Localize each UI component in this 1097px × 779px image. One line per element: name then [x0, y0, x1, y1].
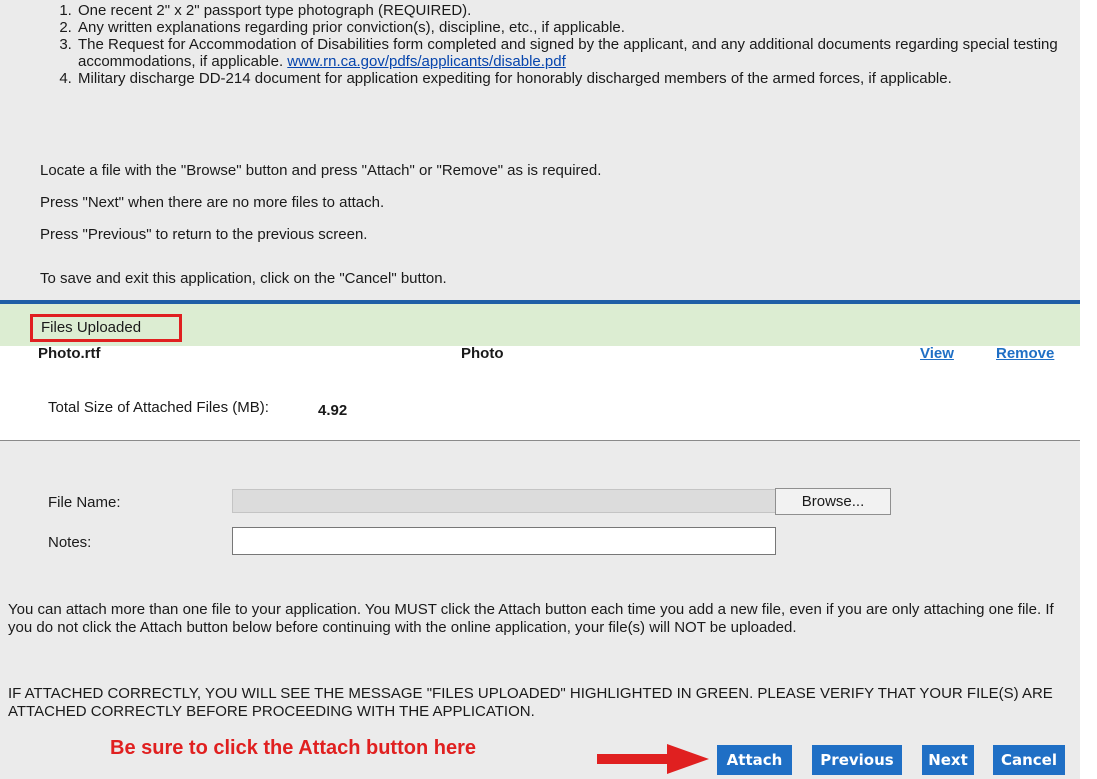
required-documents-list: One recent 2" x 2" passport type photogr… — [40, 2, 1097, 87]
file-name-field[interactable] — [232, 489, 776, 513]
cancel-button[interactable]: Cancel — [993, 745, 1065, 775]
previous-button[interactable]: Previous — [812, 745, 902, 775]
list-item: Military discharge DD-214 document for a… — [76, 70, 1097, 87]
next-button[interactable]: Next — [922, 745, 974, 775]
disability-form-link[interactable]: www.rn.ca.gov/pdfs/applicants/disable.pd… — [287, 53, 566, 70]
file-name-label: File Name: — [48, 494, 121, 511]
files-uploaded-heading: Files Uploaded — [30, 314, 182, 342]
instruction-locate: Locate a file with the "Browse" button a… — [40, 162, 602, 179]
notes-input[interactable] — [232, 527, 776, 555]
attach-callout: Be sure to click the Attach button here — [110, 737, 476, 759]
remove-file-link[interactable]: Remove — [996, 345, 1054, 362]
view-file-link[interactable]: View — [920, 345, 954, 362]
attach-button[interactable]: Attach — [717, 745, 792, 775]
arrow-right-icon — [597, 744, 709, 774]
list-item: One recent 2" x 2" passport type photogr… — [76, 2, 1097, 19]
uploaded-file-name: Photo.rtf — [38, 345, 101, 362]
uploaded-file-type: Photo — [461, 345, 504, 362]
total-size-label: Total Size of Attached Files (MB): — [48, 399, 269, 416]
list-item: Any written explanations regarding prior… — [76, 19, 1097, 36]
notes-label: Notes: — [48, 534, 92, 551]
browse-button[interactable]: Browse... — [775, 488, 891, 515]
total-size-value: 4.92 — [318, 402, 348, 419]
verify-notice: IF ATTACHED CORRECTLY, YOU WILL SEE THE … — [8, 685, 1053, 720]
list-item: The Request for Accommodation of Disabil… — [76, 36, 1097, 70]
multi-file-notice: You can attach more than one file to you… — [8, 601, 1054, 636]
instruction-cancel: To save and exit this application, click… — [40, 270, 447, 287]
instruction-next: Press "Next" when there are no more file… — [40, 194, 385, 211]
instruction-previous: Press "Previous" to return to the previo… — [40, 226, 368, 243]
